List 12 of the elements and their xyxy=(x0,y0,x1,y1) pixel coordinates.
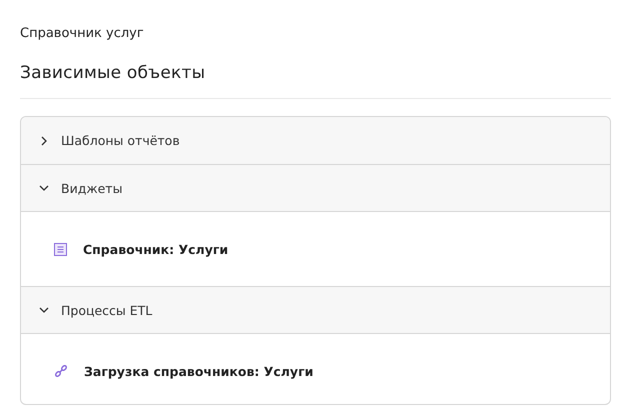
list-icon xyxy=(54,242,67,256)
page-subtitle: Справочник услуг xyxy=(20,25,145,43)
dependent-object-link[interactable]: Справочник: Услуги xyxy=(83,242,228,256)
accordion-header[interactable]: Шаблоны отчётов xyxy=(21,117,610,164)
dependent-object-link[interactable]: Загрузка справочников: Услуги xyxy=(84,364,314,378)
accordion-header[interactable]: Виджеты xyxy=(21,164,610,211)
chevron-down-icon xyxy=(39,183,49,193)
chevron-right-icon xyxy=(39,136,49,146)
link-icon xyxy=(54,364,68,378)
page-title: Зависимые объекты xyxy=(20,62,206,85)
accordion-header[interactable]: Процессы ETL xyxy=(21,286,610,333)
chevron-down-icon xyxy=(39,305,49,315)
